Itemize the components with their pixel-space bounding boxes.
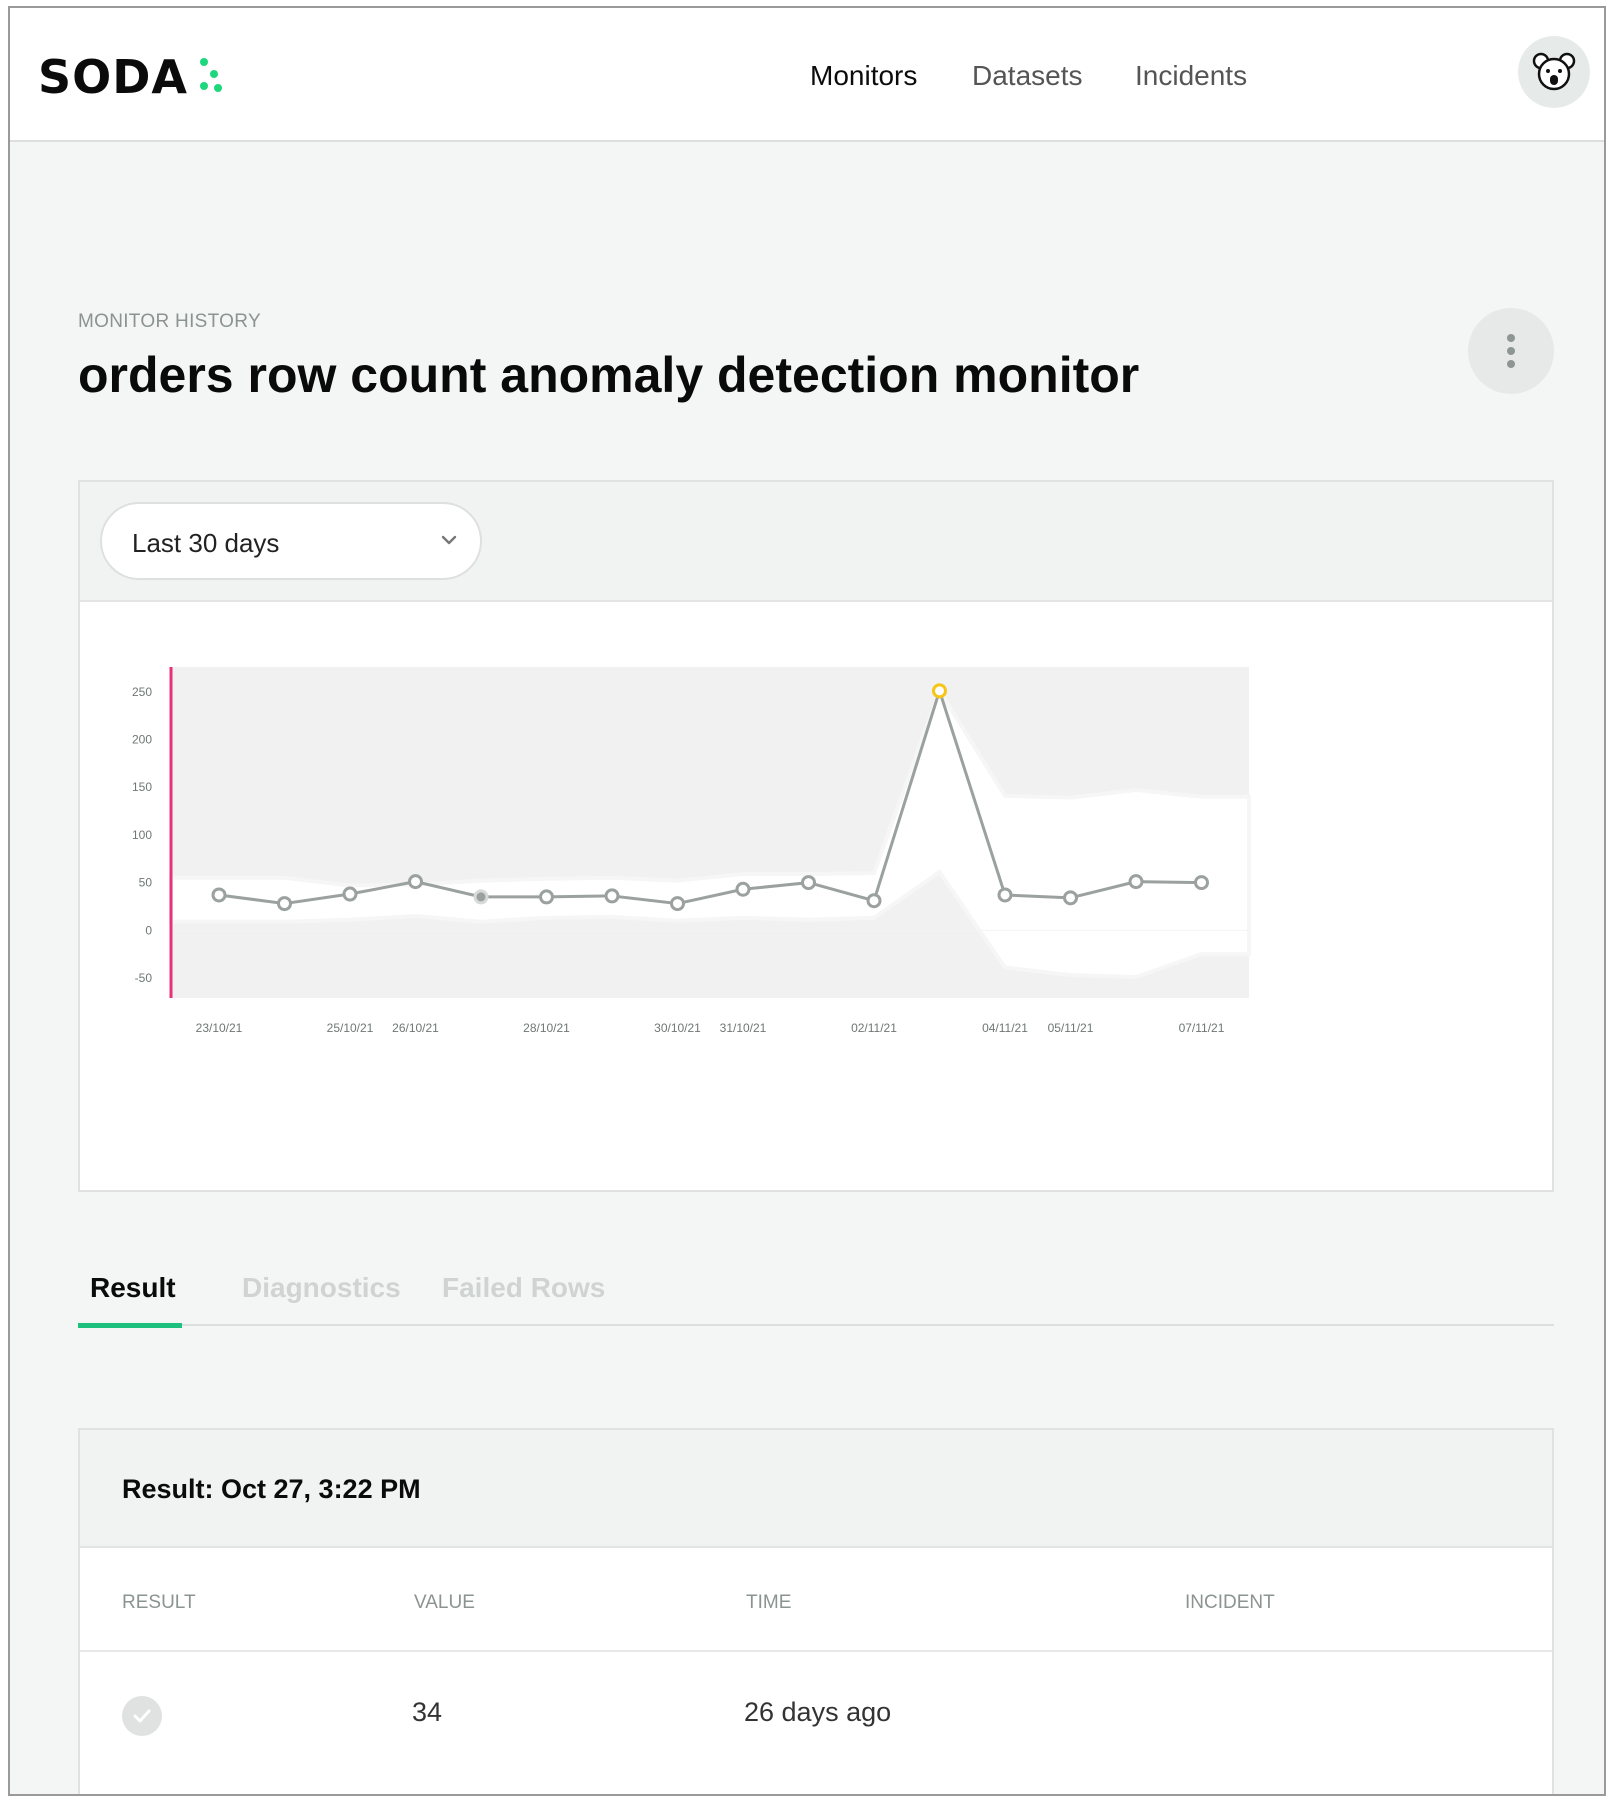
anomaly-point [932,683,947,699]
x-tick-label: 04/11/21 [982,1021,1028,1035]
logo-dots-icon [200,58,226,94]
more-vertical-icon [1507,334,1515,342]
data-point [342,886,358,902]
chart-toolbar: Last 30 days [80,482,1552,602]
x-tick-label: 05/11/21 [1048,1021,1094,1035]
y-tick-label: -50 [135,971,153,985]
column-header-time: TIME [746,1592,792,1613]
nav-datasets[interactable]: Datasets [972,60,1083,92]
data-point [997,887,1013,903]
x-tick-label: 25/10/21 [327,1021,374,1035]
y-tick-label: 0 [145,923,152,937]
result-value: 34 [412,1697,443,1727]
active-tab-indicator [78,1323,182,1328]
x-tick-label: 26/10/21 [392,1021,439,1035]
top-header: SODA Monitors Datasets Incidents [10,8,1604,142]
y-tick-label: 100 [132,828,152,842]
data-point [473,889,489,905]
y-tick-label: 150 [132,780,152,794]
data-point [604,888,620,904]
page-eyebrow: MONITOR HISTORY [78,311,261,332]
x-tick-label: 23/10/21 [196,1021,243,1035]
nav-incidents[interactable]: Incidents [1135,60,1247,92]
y-tick-label: 250 [132,685,152,699]
result-header: Result: Oct 27, 3:22 PM [80,1430,1552,1548]
data-point [277,896,292,912]
user-avatar[interactable] [1518,36,1590,108]
koala-icon [1532,52,1576,91]
column-header-value: VALUE [414,1592,475,1613]
page-title: orders row count anomaly detection monit… [78,347,1140,403]
y-tick-label: 200 [132,733,152,747]
nav-monitors[interactable]: Monitors [810,60,917,92]
date-range-value: Last 30 days [132,528,280,558]
x-tick-label: 28/10/21 [523,1021,570,1035]
tab-result[interactable]: Result [90,1272,176,1304]
tab-diagnostics[interactable]: Diagnostics [242,1272,401,1304]
history-chart-card: Last 30 days 250 200 150 100 50 0 -50 23/10/21 2… [78,480,1554,1192]
chevron-down-icon [441,535,457,545]
data-point [1194,875,1209,891]
column-header-incident: INCIDENT [1185,1592,1275,1613]
x-tick-label: 30/10/21 [654,1021,701,1035]
date-range-select[interactable]: Last 30 days [100,502,482,580]
column-header-result: RESULT [122,1592,196,1613]
row-divider [80,1650,1552,1652]
more-options-button[interactable] [1468,308,1554,394]
y-tick-label: 50 [139,876,153,890]
data-point [408,874,423,890]
data-point [211,887,227,903]
data-point [801,875,816,891]
row-count-chart: 250 200 150 100 50 0 -50 23/10/21 25/10/21 26/10/… [132,667,1251,1035]
app-window: SODA Monitors Datasets Incidents MONITOR… [8,6,1606,1796]
data-point [866,893,882,909]
x-tick-label: 02/11/21 [851,1021,897,1035]
data-point [1128,874,1144,890]
data-point [670,896,685,912]
x-tick-label: 31/10/21 [720,1021,767,1035]
soda-logo[interactable]: SODA [38,50,188,104]
data-point [539,889,554,905]
data-point [735,881,751,897]
result-tabs: Result Diagnostics Failed Rows [78,1262,1554,1328]
x-tick-label: 07/11/21 [1179,1021,1225,1035]
tab-failed-rows[interactable]: Failed Rows [442,1272,605,1304]
result-time: 26 days ago [744,1697,892,1727]
check-circle-icon [122,1696,162,1736]
result-card: Result: Oct 27, 3:22 PM RESULT VALUE TIM… [78,1428,1554,1794]
data-point [1063,890,1078,906]
result-title: Result: Oct 27, 3:22 PM [122,1474,421,1504]
